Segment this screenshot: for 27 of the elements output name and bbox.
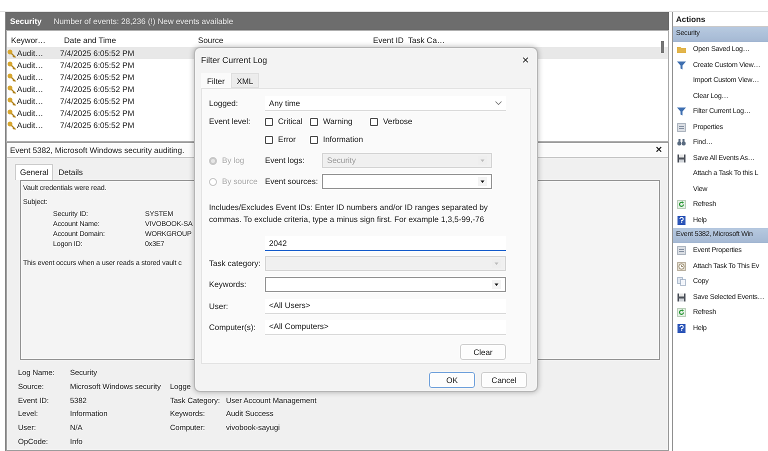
date-time-cell: 7/4/2025 6:05:52 PM bbox=[60, 96, 134, 106]
event-detail-title: Event 5382, Microsoft Windows security auditing. bbox=[10, 146, 184, 154]
field-label: Event logs: bbox=[265, 156, 306, 165]
field-label: Event level: bbox=[209, 116, 252, 126]
event-count-text: Number of events: 28,236 (!) New events available bbox=[54, 16, 234, 26]
date-time-cell: 7/4/2025 6:05:52 PM bbox=[60, 84, 134, 94]
date-time-cell: 7/4/2025 6:05:52 PM bbox=[60, 120, 134, 130]
keyword-cell: Audit… bbox=[17, 84, 44, 94]
keyword-cell: Audit… bbox=[17, 108, 44, 118]
keyword-cell: Audit… bbox=[17, 96, 44, 106]
keyword-cell: Audit… bbox=[17, 120, 44, 130]
field-label: User: bbox=[209, 302, 230, 310]
field-label: Task category: bbox=[209, 258, 262, 268]
keyword-cell: Audit… bbox=[17, 60, 44, 70]
keyword-cell: Audit… bbox=[17, 48, 44, 58]
date-time-cell: 7/4/2025 6:05:52 PM bbox=[60, 48, 134, 58]
event-ids-description: Includes/Excludes Event IDs: Enter ID numbers and/or ID ranges separated by commas. To exclude criteria, type a minus sign first. For example 1,3,5-99,-76 bbox=[209, 202, 489, 226]
field-label: Logged: bbox=[209, 99, 239, 108]
log-title: Security bbox=[10, 16, 42, 26]
field-label: Computer(s): bbox=[209, 322, 257, 332]
date-time-cell: 7/4/2025 6:05:52 PM bbox=[60, 108, 134, 118]
date-time-cell: 7/4/2025 6:05:52 PM bbox=[60, 60, 134, 70]
field-label: Keywords: bbox=[209, 280, 248, 288]
dialog-title: Filter Current Log bbox=[201, 55, 268, 65]
keyword-cell: Audit… bbox=[17, 72, 44, 82]
date-time-cell: 7/4/2025 6:05:52 PM bbox=[60, 72, 134, 82]
field-label: Event sources: bbox=[265, 177, 319, 186]
